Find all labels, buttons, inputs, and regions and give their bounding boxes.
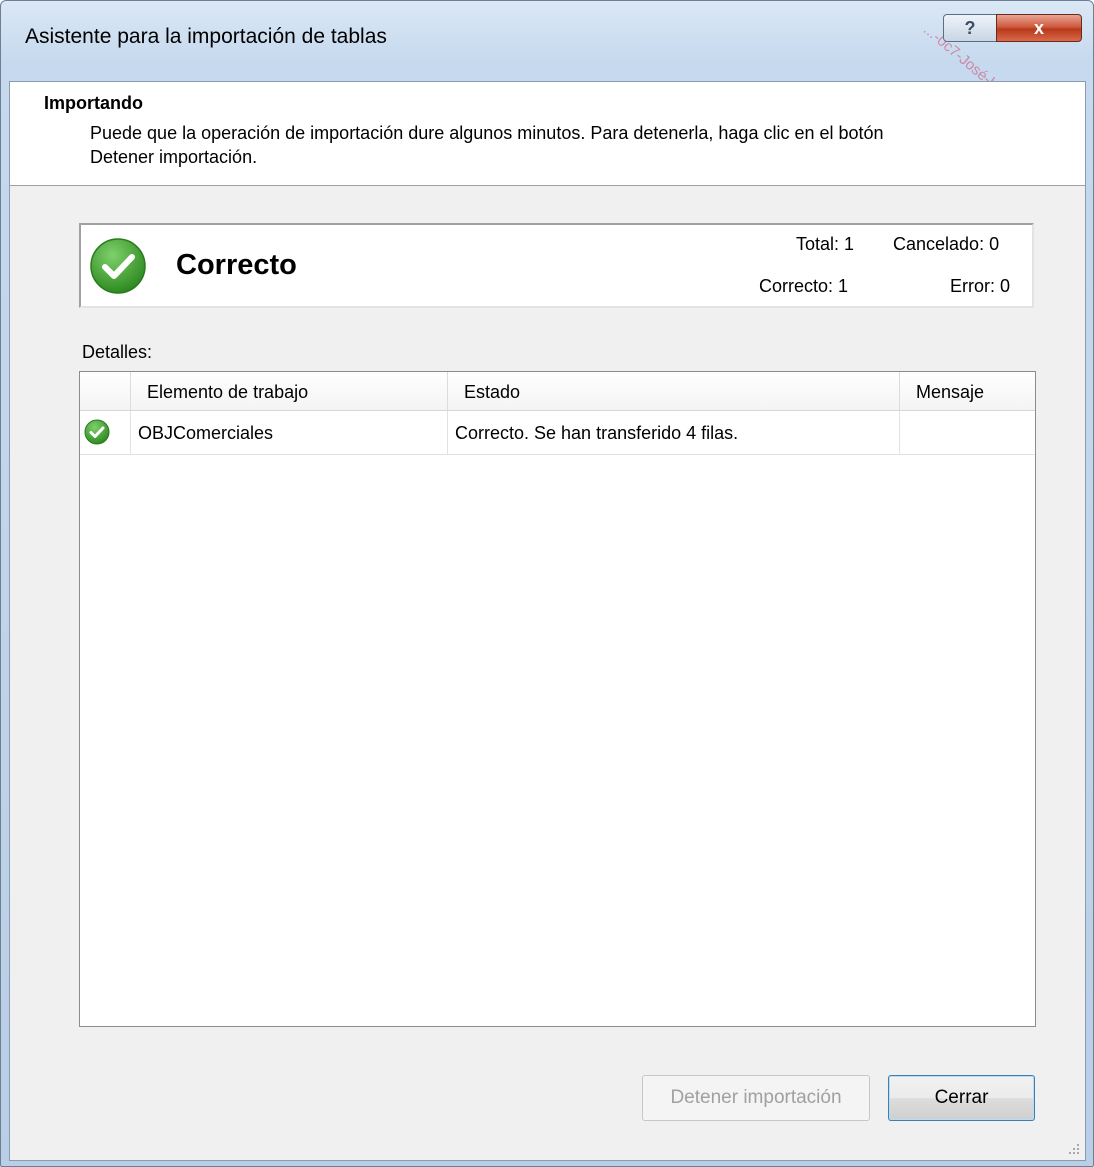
check-circle-icon: [84, 419, 110, 445]
row-state-cell: Correcto. Se han transferido 4 filas.: [448, 411, 900, 454]
status-text: Correcto: [176, 249, 297, 281]
window-title: Asistente para la importación de tablas: [25, 25, 387, 48]
close-button[interactable]: Cerrar: [888, 1075, 1035, 1121]
window-close-button[interactable]: x: [996, 14, 1082, 42]
status-summary-panel: Correcto Total: 1 Cancelado: 0 Correcto:…: [79, 223, 1034, 308]
dialog-client-area: Importando Puede que la operación de imp…: [9, 81, 1086, 1161]
row-message-cell: [900, 411, 1035, 454]
check-circle-icon: [90, 238, 146, 294]
total-count: Total: 1: [796, 234, 855, 254]
page-title: Importando: [44, 93, 143, 113]
page-description: Puede que la operación de importación du…: [90, 123, 884, 167]
help-icon: ?: [964, 18, 976, 38]
success-count: Correcto: 1: [759, 276, 849, 296]
details-label: Detalles:: [82, 342, 153, 362]
table-row[interactable]: OBJComerciales Correcto. Se han transfer…: [80, 411, 1035, 455]
close-icon: x: [1033, 18, 1044, 38]
wizard-window: Asistente para la importación de tablas …: [0, 0, 1094, 1167]
table-header: Elemento de trabajo Estado Mensaje: [80, 372, 1035, 411]
resize-grip-icon[interactable]: [1065, 1140, 1081, 1156]
cancelled-count: Cancelado: 0: [893, 234, 1000, 254]
row-item-cell: OBJComerciales: [131, 411, 448, 454]
title-bar[interactable]: Asistente para la importación de tablas …: [1, 1, 1093, 152]
wizard-header: Importando Puede que la operación de imp…: [10, 82, 1085, 186]
column-header-icon[interactable]: [80, 372, 131, 410]
stop-import-button[interactable]: Detener importación: [642, 1075, 870, 1121]
column-header-message[interactable]: Mensaje: [900, 372, 1035, 410]
column-header-state[interactable]: Estado: [448, 372, 900, 410]
error-count: Error: 0: [950, 276, 1011, 296]
help-button[interactable]: ?: [943, 14, 997, 42]
details-table[interactable]: Elemento de trabajo Estado Mensaje OBJCo…: [79, 371, 1036, 1027]
row-status-cell: [80, 411, 131, 454]
column-header-item[interactable]: Elemento de trabajo: [131, 372, 448, 410]
